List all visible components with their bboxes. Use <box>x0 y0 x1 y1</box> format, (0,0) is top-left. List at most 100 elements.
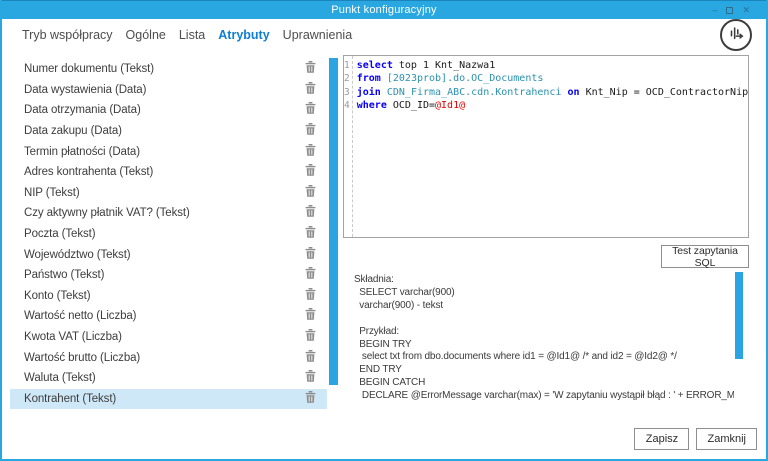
attribute-label: Data zakupu (Data) <box>24 125 122 138</box>
attribute-row[interactable]: NIP (Tekst) <box>10 183 327 204</box>
trash-icon <box>305 390 316 408</box>
help-line: varchar(900) - tekst <box>354 299 443 311</box>
attribute-label: Numer dokumentu (Tekst) <box>24 63 154 76</box>
syntax-help-text: Składnia: SELECT varchar(900) varchar(90… <box>354 274 734 403</box>
delete-attribute-button[interactable] <box>304 246 316 264</box>
tab-ogólne[interactable]: Ogólne <box>126 28 166 42</box>
line-number-gutter: 1234 <box>344 56 353 237</box>
sql-editor[interactable]: 1234 select top 1 Knt_Nazwa1from [2023pr… <box>343 55 749 238</box>
delete-attribute-button[interactable] <box>304 101 316 119</box>
trash-icon <box>305 204 316 222</box>
attribute-row[interactable]: Wartość netto (Liczba) <box>10 306 327 327</box>
attribute-label: Wartość brutto (Liczba) <box>24 351 141 364</box>
trash-icon <box>305 246 316 264</box>
attribute-label: Waluta (Tekst) <box>24 372 96 385</box>
tab-tryb-współpracy[interactable]: Tryb współpracy <box>22 28 113 42</box>
delete-attribute-button[interactable] <box>304 266 316 284</box>
delete-attribute-button[interactable] <box>304 204 316 222</box>
equalizer-arrow-icon <box>727 24 745 47</box>
trash-icon <box>305 266 316 284</box>
trash-icon <box>305 163 316 181</box>
trash-icon <box>305 184 316 202</box>
tab-bar: Tryb współpracy Ogólne Lista Atrybuty Uprawn… <box>22 28 352 42</box>
help-line: END TRY <box>354 364 402 376</box>
minimize-button[interactable]: – <box>712 6 717 15</box>
delete-attribute-button[interactable] <box>304 390 316 408</box>
attribute-label: Data otrzymania (Data) <box>24 104 141 117</box>
delete-attribute-button[interactable] <box>304 225 316 243</box>
delete-attribute-button[interactable] <box>304 287 316 305</box>
attribute-label: Województwo (Tekst) <box>24 248 131 261</box>
attribute-label: Poczta (Tekst) <box>24 228 96 241</box>
delete-attribute-button[interactable] <box>304 163 316 181</box>
delete-attribute-button[interactable] <box>304 308 316 323</box>
tab-uprawnienia[interactable]: Uprawnienia <box>283 28 352 42</box>
sql-line: join CDN_Firma_ABC.cdn.Kontrahenci on Kn… <box>356 86 749 98</box>
config-point-window: Punkt konfiguracyjny – ✕ Tryb współpracy… <box>0 0 768 461</box>
attribute-row[interactable]: Państwo (Tekst) <box>10 265 327 286</box>
help-scrollbar[interactable] <box>735 272 743 359</box>
attribute-list: Numer dokumentu (Tekst) Data wystawienia… <box>10 59 327 410</box>
attribute-row[interactable]: Data zakupu (Data) <box>10 121 327 142</box>
delete-attribute-button[interactable] <box>304 184 316 202</box>
attribute-list-scrollbar[interactable] <box>329 58 338 385</box>
tab-lista[interactable]: Lista <box>179 28 205 42</box>
trash-icon <box>305 143 316 161</box>
attribute-label: Kontrahent (Tekst) <box>24 392 117 405</box>
attribute-row[interactable]: Waluta (Tekst) <box>10 368 327 389</box>
close-window-button[interactable]: Zamknij <box>696 428 757 450</box>
footer-buttons: Zapisz Zamknij <box>634 428 757 450</box>
title-bar[interactable]: Punkt konfiguracyjny – ✕ <box>2 0 766 20</box>
delete-attribute-button[interactable] <box>304 81 316 99</box>
window-controls: – ✕ <box>712 1 750 20</box>
attribute-label: Czy aktywny płatnik VAT? (Tekst) <box>24 207 190 220</box>
delete-attribute-button[interactable] <box>304 123 316 138</box>
delete-attribute-button[interactable] <box>304 349 316 364</box>
attribute-row[interactable]: Poczta (Tekst) <box>10 224 327 245</box>
delete-attribute-button[interactable] <box>304 143 316 161</box>
trash-icon <box>305 225 316 243</box>
attribute-label: Wartość netto (Liczba) <box>24 310 137 323</box>
attribute-row[interactable]: Konto (Tekst) <box>10 286 327 307</box>
attribute-row[interactable]: Data wystawienia (Data) <box>10 80 327 101</box>
attribute-row[interactable]: Data otrzymania (Data) <box>10 100 327 121</box>
trash-icon <box>305 369 316 387</box>
window-title: Punkt konfiguracyjny <box>331 4 437 16</box>
help-line: select txt from dbo.documents where id1 … <box>354 351 677 363</box>
attribute-label: Termin płatności (Data) <box>24 145 140 158</box>
data-flow-button[interactable] <box>720 19 752 51</box>
attribute-row[interactable]: Adres kontrahenta (Tekst) <box>10 162 327 183</box>
attribute-row[interactable]: Województwo (Tekst) <box>10 244 327 265</box>
help-line: BEGIN CATCH <box>354 377 426 389</box>
attribute-row[interactable]: Wartość brutto (Liczba) <box>10 347 327 368</box>
help-line: Przykład: <box>354 325 400 337</box>
save-button[interactable]: Zapisz <box>634 428 690 450</box>
sql-line: select top 1 Knt_Nazwa1 <box>356 60 496 71</box>
trash-icon <box>305 81 316 99</box>
attribute-row[interactable]: Numer dokumentu (Tekst) <box>10 59 327 80</box>
maximize-button[interactable] <box>726 7 734 14</box>
trash-icon <box>305 60 316 78</box>
help-line: DECLARE @ErrorMessage varchar(max) = 'W … <box>361 390 734 402</box>
attribute-row[interactable]: Kontrahent (Tekst) <box>10 388 327 410</box>
attribute-label: Konto (Tekst) <box>24 289 91 302</box>
attribute-row[interactable]: Termin płatności (Data) <box>10 141 327 162</box>
trash-icon <box>305 287 316 305</box>
help-line <box>354 313 734 326</box>
sql-line: where OCD_ID=@Id1@ <box>356 100 466 112</box>
delete-attribute-button[interactable] <box>304 369 316 387</box>
attribute-row[interactable]: Kwota VAT (Liczba) <box>10 327 327 348</box>
delete-attribute-button[interactable] <box>304 60 316 78</box>
tab-atrybuty[interactable]: Atrybuty <box>218 28 269 42</box>
trash-icon <box>305 328 316 346</box>
help-line: BEGIN TRY <box>354 338 412 350</box>
sql-line: from [2023prob].do.OC_Documents <box>356 73 544 85</box>
test-sql-button[interactable]: Test zapytania SQL <box>661 245 749 269</box>
attribute-row[interactable]: Czy aktywny płatnik VAT? (Tekst) <box>10 203 327 224</box>
attribute-label: Data wystawienia (Data) <box>24 83 147 96</box>
trash-icon <box>305 101 316 119</box>
sql-code: select top 1 Knt_Nazwa1from [2023prob].d… <box>353 56 748 237</box>
help-line: SELECT varchar(900) <box>354 286 455 298</box>
delete-attribute-button[interactable] <box>304 328 316 346</box>
close-button[interactable]: ✕ <box>742 6 750 15</box>
